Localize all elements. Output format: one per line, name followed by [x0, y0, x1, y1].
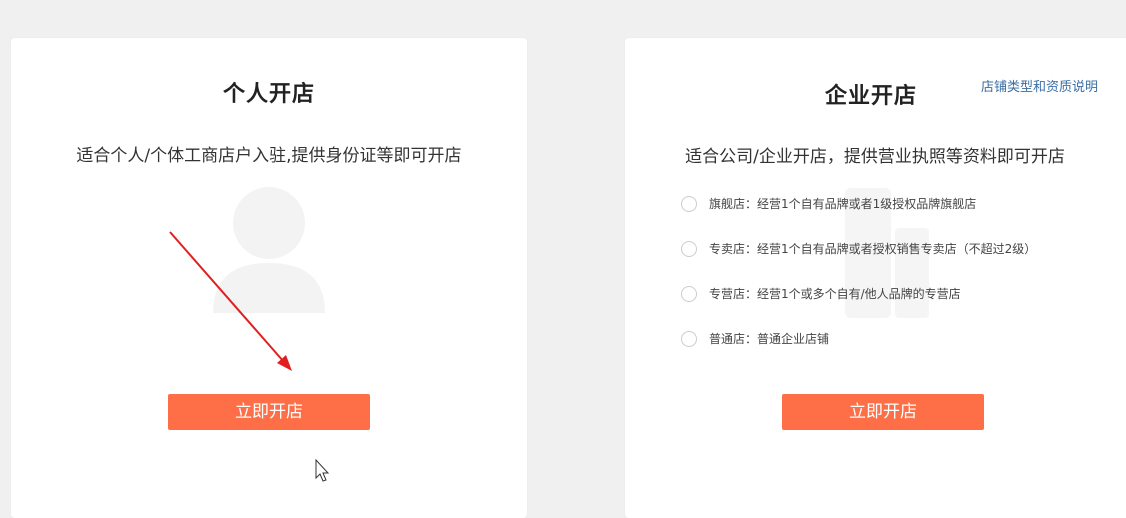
option-label: 专卖店：经营1个自有品牌或者授权销售专卖店（不超过2级） — [709, 242, 1037, 256]
radio-icon[interactable] — [681, 240, 697, 257]
store-type-help-link[interactable]: 店铺类型和资质说明 — [981, 76, 1098, 95]
radio-icon[interactable] — [681, 330, 697, 347]
option-label: 普通店：普通企业店铺 — [709, 332, 830, 346]
personal-card-title: 个人开店 — [222, 82, 315, 107]
option-exclusive-store[interactable]: 专卖店：经营1个自有品牌或者授权销售专卖店（不超过2级） — [681, 226, 1101, 271]
enterprise-card-description: 适合公司/企业开店，提供营业执照等资料即可开店 — [685, 147, 1065, 167]
personal-store-card: 个人开店 适合个人/个体工商店户入驻,提供身份证等即可开店 立即开店 — [11, 38, 527, 518]
enterprise-store-card: 企业开店 店铺类型和资质说明 适合公司/企业开店，提供营业执照等资料即可开店 旗… — [625, 38, 1126, 518]
personal-card-description: 适合个人/个体工商店户入驻,提供身份证等即可开店 — [76, 146, 462, 166]
person-watermark-icon — [213, 187, 325, 313]
enterprise-open-store-button[interactable]: 立即开店 — [782, 394, 984, 430]
store-type-options: 旗舰店：经营1个自有品牌或者1级授权品牌旗舰店 专卖店：经营1个自有品牌或者授权… — [681, 181, 1101, 361]
radio-icon[interactable] — [681, 195, 697, 212]
option-flagship-store[interactable]: 旗舰店：经营1个自有品牌或者1级授权品牌旗舰店 — [681, 181, 1101, 226]
radio-icon[interactable] — [681, 285, 697, 302]
option-label: 专营店：经营1个或多个自有/他人品牌的专营店 — [709, 287, 961, 301]
option-regular-store[interactable]: 普通店：普通企业店铺 — [681, 316, 1101, 361]
option-specialty-store[interactable]: 专营店：经营1个或多个自有/他人品牌的专营店 — [681, 271, 1101, 316]
option-label: 旗舰店：经营1个自有品牌或者1级授权品牌旗舰店 — [709, 197, 977, 211]
personal-open-store-button[interactable]: 立即开店 — [168, 394, 370, 430]
